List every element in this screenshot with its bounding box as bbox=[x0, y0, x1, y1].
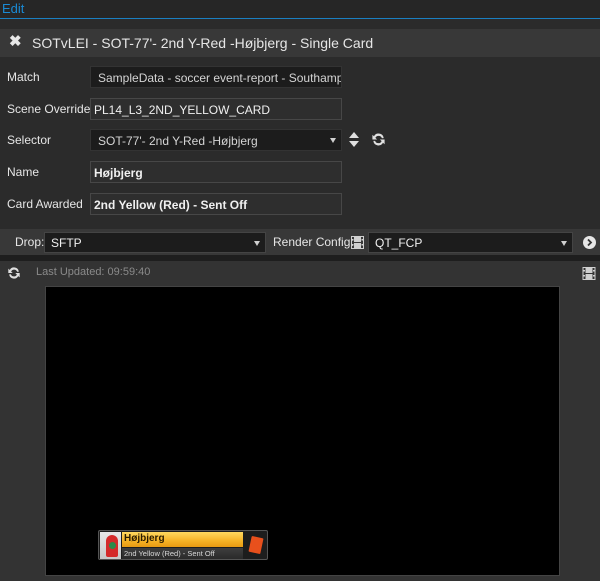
scene-override-label: Scene Override bbox=[7, 102, 91, 116]
name-label: Name bbox=[7, 165, 40, 179]
selector-dropdown[interactable]: SOT-77'- 2nd Y-Red -Højbjerg bbox=[90, 129, 342, 151]
selector-label: Selector bbox=[7, 133, 52, 147]
lower-third-graphic: Højbjerg 2nd Yellow (Red) - Sent Off bbox=[98, 530, 268, 560]
match-field[interactable]: SampleData - soccer event-report - South… bbox=[90, 66, 342, 88]
card-awarded-label: Card Awarded bbox=[7, 197, 83, 211]
drop-label: Drop: bbox=[15, 235, 45, 249]
drop-select[interactable]: SFTP bbox=[44, 232, 266, 253]
selector-row: Selector SOT-77'- 2nd Y-Red -Højbjerg bbox=[0, 129, 600, 153]
render-config-label: Render Config: bbox=[273, 235, 354, 249]
name-row: Name Højbjerg bbox=[0, 161, 600, 185]
preview-panel: Last Updated: 09:59:40 Højbjerg 2nd Yell… bbox=[0, 261, 600, 581]
film-icon[interactable] bbox=[582, 267, 596, 285]
chevron-down-icon bbox=[330, 138, 336, 143]
last-updated-text: Last Updated: 09:59:40 bbox=[36, 266, 151, 278]
sort-updown-icon[interactable] bbox=[349, 132, 359, 150]
card-awarded-row: Card Awarded 2nd Yellow (Red) - Sent Off bbox=[0, 193, 600, 217]
output-bar: Drop: SFTP Render Config: QT_FCP bbox=[0, 229, 600, 255]
card-awarded-input[interactable]: 2nd Yellow (Red) - Sent Off bbox=[90, 193, 342, 215]
name-input[interactable]: Højbjerg bbox=[90, 161, 342, 183]
close-icon[interactable]: ✖ bbox=[9, 34, 23, 49]
club-crest-icon bbox=[100, 532, 121, 559]
refresh-icon[interactable] bbox=[371, 132, 386, 147]
graphic-subtitle: 2nd Yellow (Red) - Sent Off bbox=[122, 548, 243, 559]
red-card-icon bbox=[248, 535, 264, 555]
graphic-player-name: Højbjerg bbox=[122, 532, 243, 547]
match-label: Match bbox=[7, 70, 40, 84]
top-menu-bar: Edit bbox=[0, 0, 600, 19]
film-icon bbox=[351, 236, 364, 254]
chevron-down-icon bbox=[254, 241, 260, 246]
video-preview: Højbjerg 2nd Yellow (Red) - Sent Off bbox=[45, 286, 560, 576]
properties-form: Match SampleData - soccer event-report -… bbox=[0, 57, 600, 227]
render-config-select[interactable]: QT_FCP bbox=[368, 232, 573, 253]
edit-menu[interactable]: Edit bbox=[2, 1, 24, 16]
refresh-preview-icon[interactable] bbox=[7, 266, 21, 285]
chevron-down-icon bbox=[561, 241, 567, 246]
drop-value: SFTP bbox=[51, 236, 82, 250]
scene-override-row: Scene Override PL14_L3_2ND_YELLOW_CARD bbox=[0, 98, 600, 122]
selector-value: SOT-77'- 2nd Y-Red -Højbjerg bbox=[98, 134, 258, 148]
panel-title-bar: ✖ SOTvLEI - SOT-77'- 2nd Y-Red -Højbjerg… bbox=[0, 29, 600, 57]
panel-title: SOTvLEI - SOT-77'- 2nd Y-Red -Højbjerg -… bbox=[32, 35, 374, 51]
match-row: Match SampleData - soccer event-report -… bbox=[0, 66, 600, 90]
go-arrow-icon[interactable] bbox=[583, 236, 596, 254]
render-config-value: QT_FCP bbox=[375, 236, 423, 250]
scene-override-input[interactable]: PL14_L3_2ND_YELLOW_CARD bbox=[90, 98, 342, 120]
